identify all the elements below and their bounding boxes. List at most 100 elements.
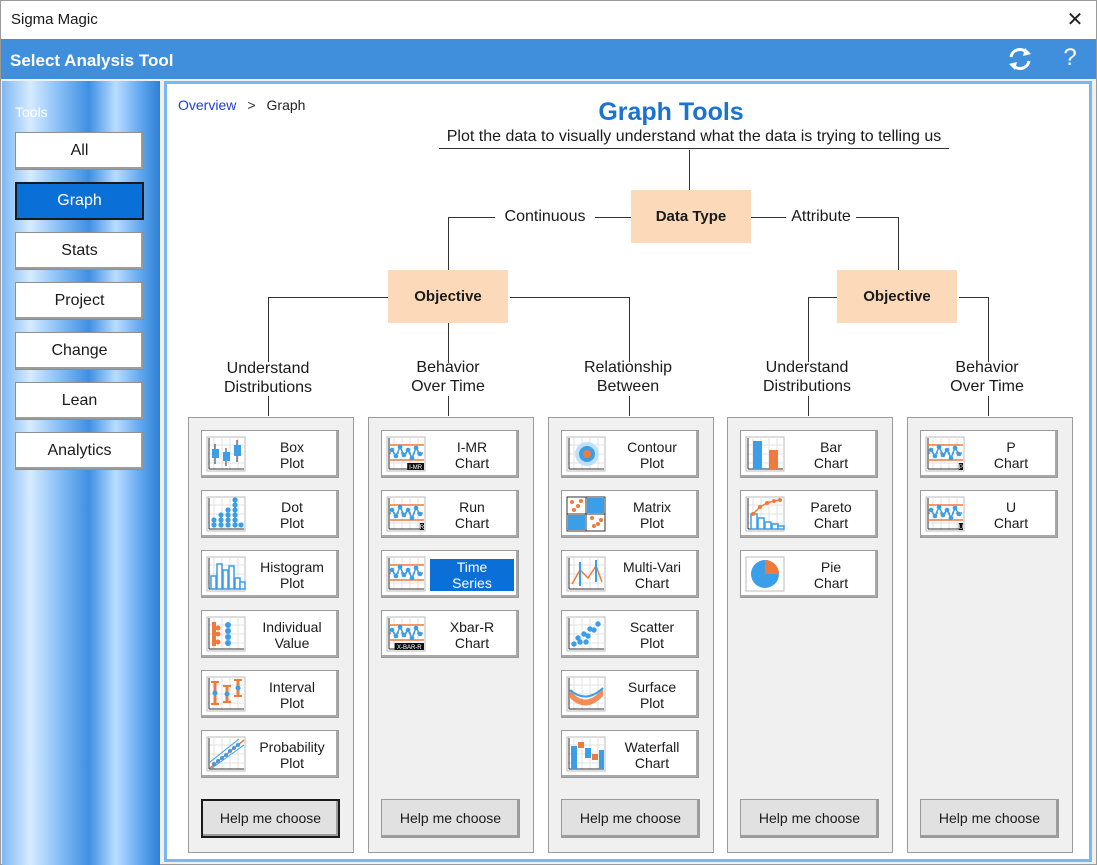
tool-button-multi-vari[interactable]: Multi-Vari Chart	[561, 550, 699, 598]
tool-button-time-series[interactable]: Time Series	[381, 550, 519, 598]
tool-button-probability-plot[interactable]: Probability Plot	[201, 730, 339, 778]
tool-button-p-chart[interactable]: P P Chart	[920, 430, 1058, 478]
connector-line	[689, 150, 690, 190]
tool-label: Bar Chart	[813, 439, 849, 471]
scatter-plot-icon	[566, 616, 606, 652]
main-panel: Overview > Graph Graph Tools Plot the data…	[164, 81, 1092, 862]
refresh-button[interactable]	[1005, 45, 1035, 73]
tool-label: Contour Plot	[627, 439, 677, 471]
tool-label: Interval Plot	[269, 679, 315, 711]
individual-value-icon	[206, 616, 246, 652]
tools-label: Tools	[15, 104, 48, 120]
tool-panel: Bar Chart Pareto Chart Pie Chart Help me choos…	[727, 417, 893, 853]
tool-button-pareto-chart[interactable]: Pareto Chart	[740, 490, 878, 538]
tool-label: Individual Value	[262, 619, 322, 651]
tool-label: I-MR Chart	[454, 439, 490, 471]
box-plot-icon	[206, 436, 246, 472]
connector-line	[988, 297, 989, 362]
xbar-r-chart-icon: X-BAR-R	[386, 616, 426, 652]
connector-line	[448, 396, 449, 416]
tool-panel: I-MR I-MR Chart R Run Chart Time Series X-BAR-R X…	[368, 417, 534, 853]
sidebar-item-all[interactable]: All	[15, 132, 144, 170]
connector-line	[808, 297, 809, 362]
help-me-choose-button[interactable]: Help me choose	[381, 799, 520, 838]
sidebar-item-stats[interactable]: Stats	[15, 232, 144, 270]
tool-button-surface-plot[interactable]: Surface Plot	[561, 670, 699, 718]
tool-button-scatter-plot[interactable]: Scatter Plot	[561, 610, 699, 658]
page-title: Graph Tools	[598, 98, 744, 126]
title-bar: Sigma Magic ✕	[1, 1, 1096, 39]
branch-attribute: Attribute	[786, 208, 856, 226]
category-behavior-over-time-attribute: Behavior Over Time	[950, 359, 1024, 395]
tool-button-individual-value[interactable]: Individual Value	[201, 610, 339, 658]
data-type-box: Data Type	[631, 190, 751, 243]
probability-plot-icon	[206, 736, 246, 772]
tool-label: Matrix Plot	[632, 499, 672, 531]
category-relationship-between: Relationship Between	[583, 359, 673, 395]
app-window: Sigma Magic ✕ Select Analysis Tool ? Too…	[0, 0, 1097, 865]
tool-label: Time Series	[430, 559, 514, 591]
multi-vari-icon	[566, 556, 606, 592]
tool-button-dot-plot[interactable]: Dot Plot	[201, 490, 339, 538]
tool-button-u-chart[interactable]: U U Chart	[920, 490, 1058, 538]
dialog-title: Select Analysis Tool	[10, 51, 174, 70]
tool-button-run-chart[interactable]: R Run Chart	[381, 490, 519, 538]
sidebar-item-project[interactable]: Project	[15, 282, 144, 320]
branch-continuous: Continuous	[495, 208, 595, 226]
category-behavior-over-time-continuous: Behavior Over Time	[411, 359, 485, 395]
tool-button-pie-chart[interactable]: Pie Chart	[740, 550, 878, 598]
sidebar-item-lean[interactable]: Lean	[15, 382, 144, 420]
tool-button-imr-chart[interactable]: I-MR I-MR Chart	[381, 430, 519, 478]
connector-line	[808, 297, 840, 298]
connector-line	[808, 396, 809, 416]
run-chart-icon: R	[386, 496, 426, 532]
tool-label: P Chart	[993, 439, 1029, 471]
histogram-icon	[206, 556, 246, 592]
refresh-icon	[1009, 48, 1031, 70]
pie-chart-icon	[745, 556, 785, 592]
matrix-plot-icon	[566, 496, 606, 532]
tool-button-histogram[interactable]: Histogram Plot	[201, 550, 339, 598]
tool-button-matrix-plot[interactable]: Matrix Plot	[561, 490, 699, 538]
help-icon[interactable]: ?	[1055, 43, 1085, 73]
help-me-choose-button[interactable]: Help me choose	[561, 799, 700, 838]
tool-button-box-plot[interactable]: Box Plot	[201, 430, 339, 478]
contour-plot-icon	[566, 436, 606, 472]
help-me-choose-button[interactable]: Help me choose	[201, 799, 340, 838]
svg-text:X-BAR-R: X-BAR-R	[397, 645, 422, 651]
help-me-choose-button[interactable]: Help me choose	[740, 799, 879, 838]
tool-label: U Chart	[993, 499, 1029, 531]
sidebar-item-analytics[interactable]: Analytics	[15, 432, 144, 470]
tool-label: Waterfall Chart	[624, 739, 680, 771]
tool-label: Xbar-R Chart	[449, 619, 495, 651]
tool-button-waterfall-chart[interactable]: Waterfall Chart	[561, 730, 699, 778]
tool-button-interval-plot[interactable]: Interval Plot	[201, 670, 339, 718]
time-series-icon	[386, 556, 426, 592]
sidebar-item-graph[interactable]: Graph	[15, 182, 144, 220]
tool-panel: Contour Plot Matrix Plot Multi-Vari Chart Scat…	[548, 417, 714, 853]
connector-line	[629, 297, 630, 362]
connector-line	[268, 297, 391, 298]
tool-label: Histogram Plot	[260, 559, 324, 591]
dot-plot-icon	[206, 496, 246, 532]
bar-chart-icon	[745, 436, 785, 472]
help-me-choose-button[interactable]: Help me choose	[920, 799, 1059, 838]
objective-box-attribute: Objective	[837, 270, 957, 323]
svg-text:U: U	[959, 525, 963, 531]
objective-box-continuous: Objective	[388, 270, 508, 323]
category-understand-distributions-attribute: Understand Distributions	[762, 359, 852, 395]
tool-button-xbar-r-chart[interactable]: X-BAR-R Xbar-R Chart	[381, 610, 519, 658]
tool-label: Scatter Plot	[629, 619, 675, 651]
tool-button-bar-chart[interactable]: Bar Chart	[740, 430, 878, 478]
tool-button-contour-plot[interactable]: Contour Plot	[561, 430, 699, 478]
connector-line	[448, 323, 449, 363]
connector-line	[268, 297, 269, 362]
connector-line	[988, 396, 989, 416]
close-button[interactable]: ✕	[1060, 5, 1090, 35]
sidebar-item-change[interactable]: Change	[15, 332, 144, 370]
interval-plot-icon	[206, 676, 246, 712]
tool-label: Dot Plot	[279, 499, 305, 531]
connector-line	[898, 217, 899, 271]
waterfall-chart-icon	[566, 736, 606, 772]
connector-line	[629, 396, 630, 416]
